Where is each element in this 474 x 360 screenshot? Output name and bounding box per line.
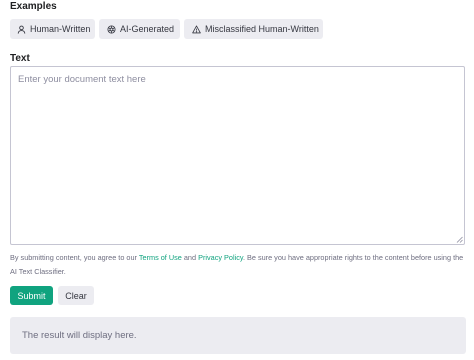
ai-generated-example-label: AI-Generated <box>120 24 175 34</box>
warning-triangle-icon <box>192 24 201 34</box>
result-panel: The result will display here. <box>10 317 466 354</box>
document-text-field-container <box>10 66 465 245</box>
person-icon <box>17 25 26 34</box>
openai-logo-icon <box>107 24 116 34</box>
text-heading: Text <box>10 53 30 64</box>
ai-generated-example-button[interactable]: AI-Generated <box>99 19 180 39</box>
terms-disclaimer: By submitting content, you agree to our … <box>10 251 466 279</box>
human-written-example-button[interactable]: Human-Written <box>10 19 95 39</box>
document-text-input[interactable] <box>11 67 464 244</box>
examples-button-group: Human-Written AI-Generated Misclassified… <box>10 19 323 39</box>
terms-of-use-link[interactable]: Terms of Use <box>139 253 182 262</box>
misclassified-human-written-example-label: Misclassified Human-Written <box>205 24 319 34</box>
resize-handle-icon[interactable] <box>456 236 463 243</box>
submit-button[interactable]: Submit <box>10 286 53 305</box>
misclassified-human-written-example-button[interactable]: Misclassified Human-Written <box>184 19 323 39</box>
privacy-policy-link[interactable]: Privacy Policy <box>198 253 243 262</box>
clear-button[interactable]: Clear <box>58 286 94 305</box>
examples-heading: Examples <box>10 1 57 12</box>
human-written-example-label: Human-Written <box>30 24 91 34</box>
result-placeholder-text: The result will display here. <box>22 330 137 341</box>
disclaimer-prefix: By submitting content, you agree to our <box>10 253 139 262</box>
action-buttons: Submit Clear <box>10 286 94 305</box>
disclaimer-middle: and <box>181 253 199 262</box>
